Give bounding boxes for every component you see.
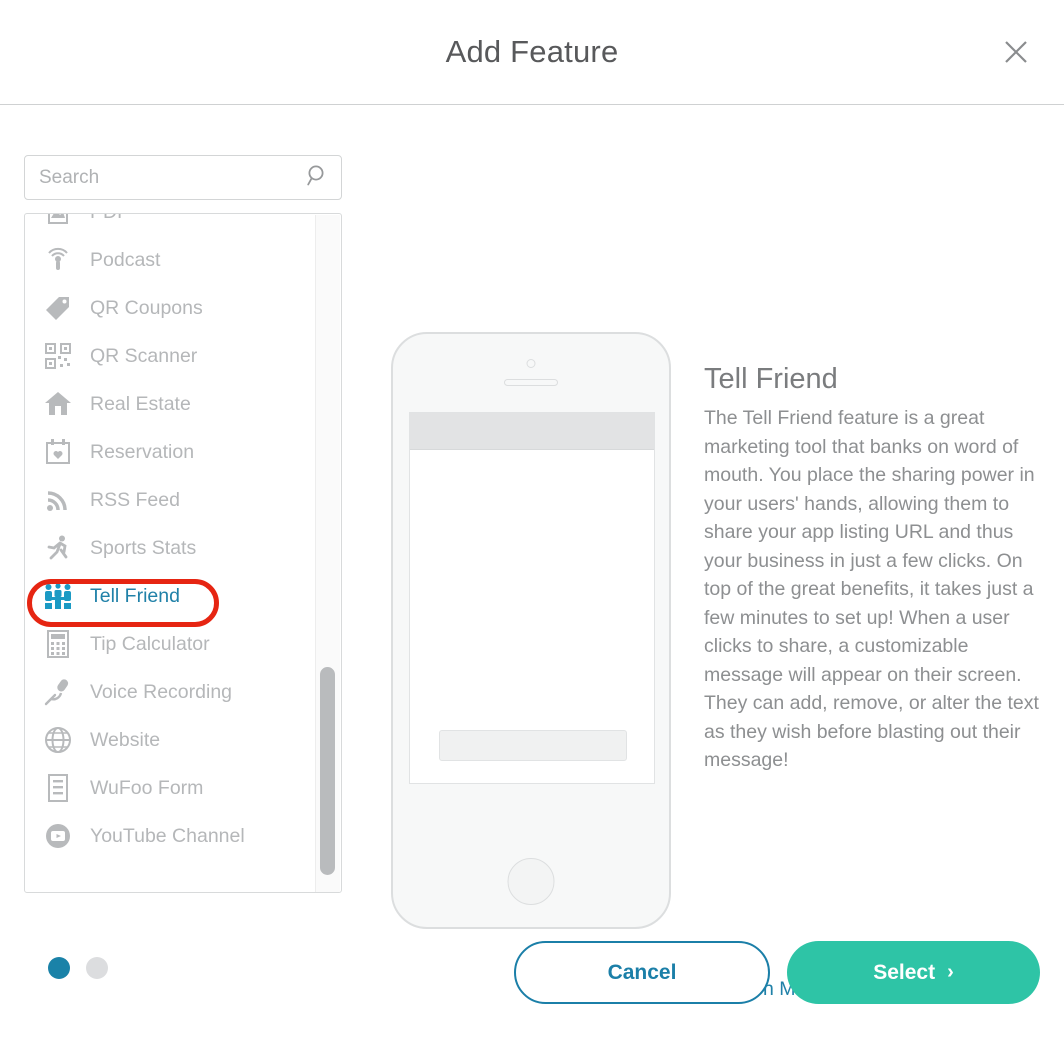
feature-list-item[interactable]: Reservation <box>25 428 317 476</box>
chevron-right-icon: › <box>947 961 954 983</box>
feature-list-item-label: Sports Stats <box>90 536 197 559</box>
phone-screen <box>409 412 655 784</box>
globe-icon <box>41 723 75 757</box>
page-title: Add Feature <box>445 34 619 69</box>
cancel-button[interactable]: Cancel <box>514 941 770 1004</box>
pdf-icon <box>41 214 75 229</box>
feature-list-item-label: Real Estate <box>90 392 191 415</box>
phone-home-button-icon <box>507 858 555 905</box>
footer-actions: Cancel Select › <box>514 941 1040 1004</box>
house-icon <box>41 387 75 421</box>
feature-list-item-label: RSS Feed <box>90 488 180 511</box>
form-icon <box>41 771 75 805</box>
feature-list-item[interactable]: PDF <box>25 214 317 236</box>
tag-icon <box>41 291 75 325</box>
feature-list: PDF Podcast QR Coupons QR Scanner Real Estat… <box>25 214 317 860</box>
feature-list-scrollbar[interactable] <box>315 215 340 892</box>
tell-friend-icon <box>41 579 75 613</box>
podcast-icon <box>41 243 75 277</box>
search-input[interactable] <box>24 155 342 200</box>
feature-list-item-label: PDF <box>90 214 129 224</box>
feature-list-item[interactable]: YouTube Channel <box>25 812 317 860</box>
feature-detail-title: Tell Friend <box>704 363 838 395</box>
feature-list-item[interactable]: Podcast <box>25 236 317 284</box>
feature-list-item[interactable]: WuFoo Form <box>25 764 317 812</box>
add-feature-modal: Add Feature PDFPodcastQR Coupon <box>0 0 1064 1038</box>
phone-preview-mockup <box>391 332 671 929</box>
feature-list-item[interactable]: Real Estate <box>25 380 317 428</box>
qr-code-icon <box>41 339 75 373</box>
rss-icon <box>41 483 75 517</box>
feature-detail-panel: Tell Friend The Tell Friend feature is a… <box>704 363 1050 775</box>
feature-list-item-label: QR Coupons <box>90 296 203 319</box>
feature-list-item[interactable]: QR Scanner <box>25 332 317 380</box>
feature-list-item-label: QR Scanner <box>90 344 198 367</box>
feature-list-item[interactable]: QR Coupons <box>25 284 317 332</box>
feature-list-item-label: YouTube Channel <box>90 824 245 847</box>
phone-speaker-icon <box>504 379 558 386</box>
feature-list-item-label: Tell Friend <box>90 584 180 607</box>
feature-list-item[interactable]: Tip Calculator <box>25 620 317 668</box>
feature-list-item-label: Tip Calculator <box>90 632 210 655</box>
select-button[interactable]: Select › <box>787 941 1040 1004</box>
feature-list-item[interactable]: Voice Recording <box>25 668 317 716</box>
feature-list-container: PDF Podcast QR Coupons QR Scanner Real Estat… <box>24 213 342 893</box>
microphone-icon <box>41 675 75 709</box>
feature-list-item-label: WuFoo Form <box>90 776 204 799</box>
pagination-dot[interactable] <box>86 957 108 979</box>
calculator-icon <box>41 627 75 661</box>
feature-detail-description: The Tell Friend feature is a great marke… <box>704 407 1039 771</box>
feature-list-item[interactable]: Sports Stats <box>25 524 317 572</box>
modal-header: Add Feature <box>0 0 1064 105</box>
feature-list-item[interactable]: RSS Feed <box>25 476 317 524</box>
close-x-glyph <box>1005 41 1027 63</box>
search-field-wrapper <box>24 155 342 200</box>
feature-list-item[interactable]: Website <box>25 716 317 764</box>
feature-list-item-label: Website <box>90 728 161 751</box>
modal-footer: Cancel Select › <box>0 915 1064 1038</box>
feature-list-item-label: Voice Recording <box>90 680 233 703</box>
runner-icon <box>41 531 75 565</box>
feature-list-item-label: Podcast <box>90 248 161 271</box>
calendar-heart-icon <box>41 435 75 469</box>
scrollbar-thumb[interactable] <box>320 667 335 875</box>
phone-screen-topbar <box>410 413 654 450</box>
feature-list-item-label: Reservation <box>90 440 195 463</box>
close-icon[interactable] <box>996 32 1036 72</box>
modal-body: PDF Podcast QR Coupons QR Scanner Real Estat… <box>0 105 1064 1000</box>
phone-screen-placeholder-field <box>439 730 627 761</box>
select-button-label: Select <box>873 960 936 984</box>
phone-camera-icon <box>526 359 536 368</box>
pagination-dot[interactable] <box>48 957 70 979</box>
youtube-icon <box>41 819 75 853</box>
feature-browser: PDF Podcast QR Coupons QR Scanner Real Estat… <box>24 155 342 893</box>
feature-list-item[interactable]: Tell Friend <box>25 572 317 620</box>
pagination-dots <box>48 957 108 979</box>
